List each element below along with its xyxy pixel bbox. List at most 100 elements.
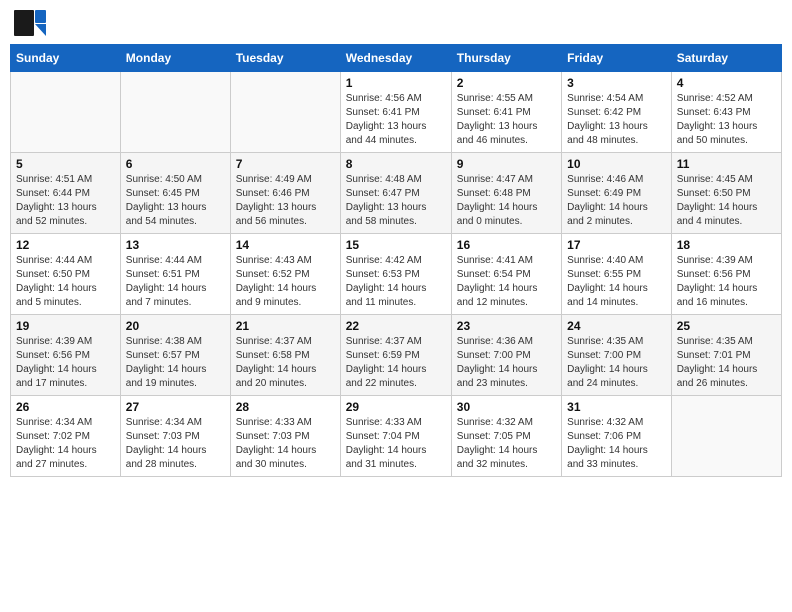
day-number: 20 <box>126 319 225 333</box>
day-number: 12 <box>16 238 115 252</box>
day-number: 10 <box>567 157 666 171</box>
day-number: 4 <box>677 76 776 90</box>
day-info: Sunrise: 4:49 AMSunset: 6:46 PMDaylight:… <box>236 173 335 229</box>
day-info: Sunrise: 4:52 AMSunset: 6:43 PMDaylight:… <box>677 92 776 148</box>
day-info: Sunrise: 4:32 AMSunset: 7:05 PMDaylight:… <box>457 416 556 472</box>
calendar-header-row: SundayMondayTuesdayWednesdayThursdayFrid… <box>11 45 782 72</box>
day-number: 3 <box>567 76 666 90</box>
day-info: Sunrise: 4:46 AMSunset: 6:49 PMDaylight:… <box>567 173 666 229</box>
day-info: Sunrise: 4:51 AMSunset: 6:44 PMDaylight:… <box>16 173 115 229</box>
calendar-cell: 10 Sunrise: 4:46 AMSunset: 6:49 PMDayligh… <box>562 153 672 234</box>
day-info: Sunrise: 4:40 AMSunset: 6:55 PMDaylight:… <box>567 254 666 310</box>
day-number: 7 <box>236 157 335 171</box>
day-info: Sunrise: 4:48 AMSunset: 6:47 PMDaylight:… <box>346 173 446 229</box>
calendar-cell: 16Sunrise: 4:41 AMSunset: 6:54 PMDayligh… <box>451 234 561 315</box>
calendar-header-thursday: Thursday <box>451 45 561 72</box>
day-info: Sunrise: 4:35 AMSunset: 7:01 PMDaylight:… <box>677 335 776 391</box>
day-info: Sunrise: 4:34 AMSunset: 7:02 PMDaylight:… <box>16 416 115 472</box>
day-number: 18 <box>677 238 776 252</box>
day-info: Sunrise: 4:44 AMSunset: 6:50 PMDaylight:… <box>16 254 115 310</box>
day-info: Sunrise: 4:32 AMSunset: 7:06 PMDaylight:… <box>567 416 666 472</box>
calendar-cell <box>120 72 230 153</box>
day-number: 25 <box>677 319 776 333</box>
day-number: 8 <box>346 157 446 171</box>
calendar-cell: 6 Sunrise: 4:50 AMSunset: 6:45 PMDaylight… <box>120 153 230 234</box>
calendar-header-tuesday: Tuesday <box>230 45 340 72</box>
calendar-week-row: 26 Sunrise: 4:34 AMSunset: 7:02 PMDayligh… <box>11 396 782 477</box>
day-info: Sunrise: 4:39 AMSunset: 6:56 PMDaylight:… <box>677 254 776 310</box>
calendar-cell <box>230 72 340 153</box>
calendar-cell: 15 Sunrise: 4:42 AMSunset: 6:53 PMDayligh… <box>340 234 451 315</box>
calendar-cell: 29Sunrise: 4:33 AMSunset: 7:04 PMDayligh… <box>340 396 451 477</box>
day-info: Sunrise: 4:50 AMSunset: 6:45 PMDaylight:… <box>126 173 225 229</box>
calendar-cell: 5Sunrise: 4:51 AMSunset: 6:44 PMDaylight… <box>11 153 121 234</box>
calendar-cell: 24 Sunrise: 4:35 AMSunset: 7:00 PMDayligh… <box>562 315 672 396</box>
calendar-cell <box>11 72 121 153</box>
calendar-cell: 7 Sunrise: 4:49 AMSunset: 6:46 PMDaylight… <box>230 153 340 234</box>
day-info: Sunrise: 4:45 AMSunset: 6:50 PMDaylight:… <box>677 173 776 229</box>
page-header <box>10 10 782 36</box>
calendar-cell: 1Sunrise: 4:56 AMSunset: 6:41 PMDaylight… <box>340 72 451 153</box>
day-number: 2 <box>457 76 556 90</box>
calendar-cell: 8 Sunrise: 4:48 AMSunset: 6:47 PMDaylight… <box>340 153 451 234</box>
day-number: 17 <box>567 238 666 252</box>
day-info: Sunrise: 4:47 AMSunset: 6:48 PMDaylight:… <box>457 173 556 229</box>
calendar-cell: 2 Sunrise: 4:55 AMSunset: 6:41 PMDaylight… <box>451 72 561 153</box>
day-info: Sunrise: 4:41 AMSunset: 6:54 PMDaylight:… <box>457 254 556 310</box>
calendar-cell: 18 Sunrise: 4:39 AMSunset: 6:56 PMDayligh… <box>671 234 781 315</box>
calendar-week-row: 1Sunrise: 4:56 AMSunset: 6:41 PMDaylight… <box>11 72 782 153</box>
calendar-cell: 27 Sunrise: 4:34 AMSunset: 7:03 PMDayligh… <box>120 396 230 477</box>
calendar-cell: 11 Sunrise: 4:45 AMSunset: 6:50 PMDayligh… <box>671 153 781 234</box>
calendar-header-wednesday: Wednesday <box>340 45 451 72</box>
day-info: Sunrise: 4:33 AMSunset: 7:03 PMDaylight:… <box>236 416 335 472</box>
day-number: 27 <box>126 400 225 414</box>
day-info: Sunrise: 4:54 AMSunset: 6:42 PMDaylight:… <box>567 92 666 148</box>
day-info: Sunrise: 4:38 AMSunset: 6:57 PMDaylight:… <box>126 335 225 391</box>
calendar-cell: 26 Sunrise: 4:34 AMSunset: 7:02 PMDayligh… <box>11 396 121 477</box>
day-info: Sunrise: 4:43 AMSunset: 6:52 PMDaylight:… <box>236 254 335 310</box>
calendar-cell: 31 Sunrise: 4:32 AMSunset: 7:06 PMDayligh… <box>562 396 672 477</box>
day-number: 31 <box>567 400 666 414</box>
day-number: 9 <box>457 157 556 171</box>
day-info: Sunrise: 4:55 AMSunset: 6:41 PMDaylight:… <box>457 92 556 148</box>
day-number: 24 <box>567 319 666 333</box>
calendar-header-friday: Friday <box>562 45 672 72</box>
calendar-cell: 13Sunrise: 4:44 AMSunset: 6:51 PMDayligh… <box>120 234 230 315</box>
day-info: Sunrise: 4:33 AMSunset: 7:04 PMDaylight:… <box>346 416 446 472</box>
calendar-cell: 3 Sunrise: 4:54 AMSunset: 6:42 PMDaylight… <box>562 72 672 153</box>
calendar-cell: 17 Sunrise: 4:40 AMSunset: 6:55 PMDayligh… <box>562 234 672 315</box>
calendar-cell: 25 Sunrise: 4:35 AMSunset: 7:01 PMDayligh… <box>671 315 781 396</box>
calendar-cell: 23 Sunrise: 4:36 AMSunset: 7:00 PMDayligh… <box>451 315 561 396</box>
day-info: Sunrise: 4:42 AMSunset: 6:53 PMDaylight:… <box>346 254 446 310</box>
calendar-header-monday: Monday <box>120 45 230 72</box>
calendar-cell: 9 Sunrise: 4:47 AMSunset: 6:48 PMDaylight… <box>451 153 561 234</box>
day-number: 21 <box>236 319 335 333</box>
day-number: 19 <box>16 319 115 333</box>
day-info: Sunrise: 4:37 AMSunset: 6:59 PMDaylight:… <box>346 335 446 391</box>
day-info: Sunrise: 4:56 AMSunset: 6:41 PMDaylight:… <box>346 92 446 148</box>
calendar-table: SundayMondayTuesdayWednesdayThursdayFrid… <box>10 44 782 477</box>
calendar-week-row: 5Sunrise: 4:51 AMSunset: 6:44 PMDaylight… <box>11 153 782 234</box>
logo <box>14 10 48 36</box>
day-number: 14 <box>236 238 335 252</box>
logo-icon <box>14 10 46 36</box>
day-number: 13 <box>126 238 225 252</box>
calendar-header-saturday: Saturday <box>671 45 781 72</box>
day-info: Sunrise: 4:35 AMSunset: 7:00 PMDaylight:… <box>567 335 666 391</box>
day-number: 23 <box>457 319 556 333</box>
calendar-week-row: 12 Sunrise: 4:44 AMSunset: 6:50 PMDayligh… <box>11 234 782 315</box>
calendar-cell: 19 Sunrise: 4:39 AMSunset: 6:56 PMDayligh… <box>11 315 121 396</box>
day-number: 6 <box>126 157 225 171</box>
calendar-cell: 30 Sunrise: 4:32 AMSunset: 7:05 PMDayligh… <box>451 396 561 477</box>
day-info: Sunrise: 4:36 AMSunset: 7:00 PMDaylight:… <box>457 335 556 391</box>
calendar-cell: 20 Sunrise: 4:38 AMSunset: 6:57 PMDayligh… <box>120 315 230 396</box>
day-number: 26 <box>16 400 115 414</box>
calendar-week-row: 19 Sunrise: 4:39 AMSunset: 6:56 PMDayligh… <box>11 315 782 396</box>
day-number: 30 <box>457 400 556 414</box>
day-info: Sunrise: 4:34 AMSunset: 7:03 PMDaylight:… <box>126 416 225 472</box>
calendar-cell <box>671 396 781 477</box>
day-info: Sunrise: 4:39 AMSunset: 6:56 PMDaylight:… <box>16 335 115 391</box>
day-number: 15 <box>346 238 446 252</box>
calendar-cell: 14 Sunrise: 4:43 AMSunset: 6:52 PMDayligh… <box>230 234 340 315</box>
day-number: 11 <box>677 157 776 171</box>
